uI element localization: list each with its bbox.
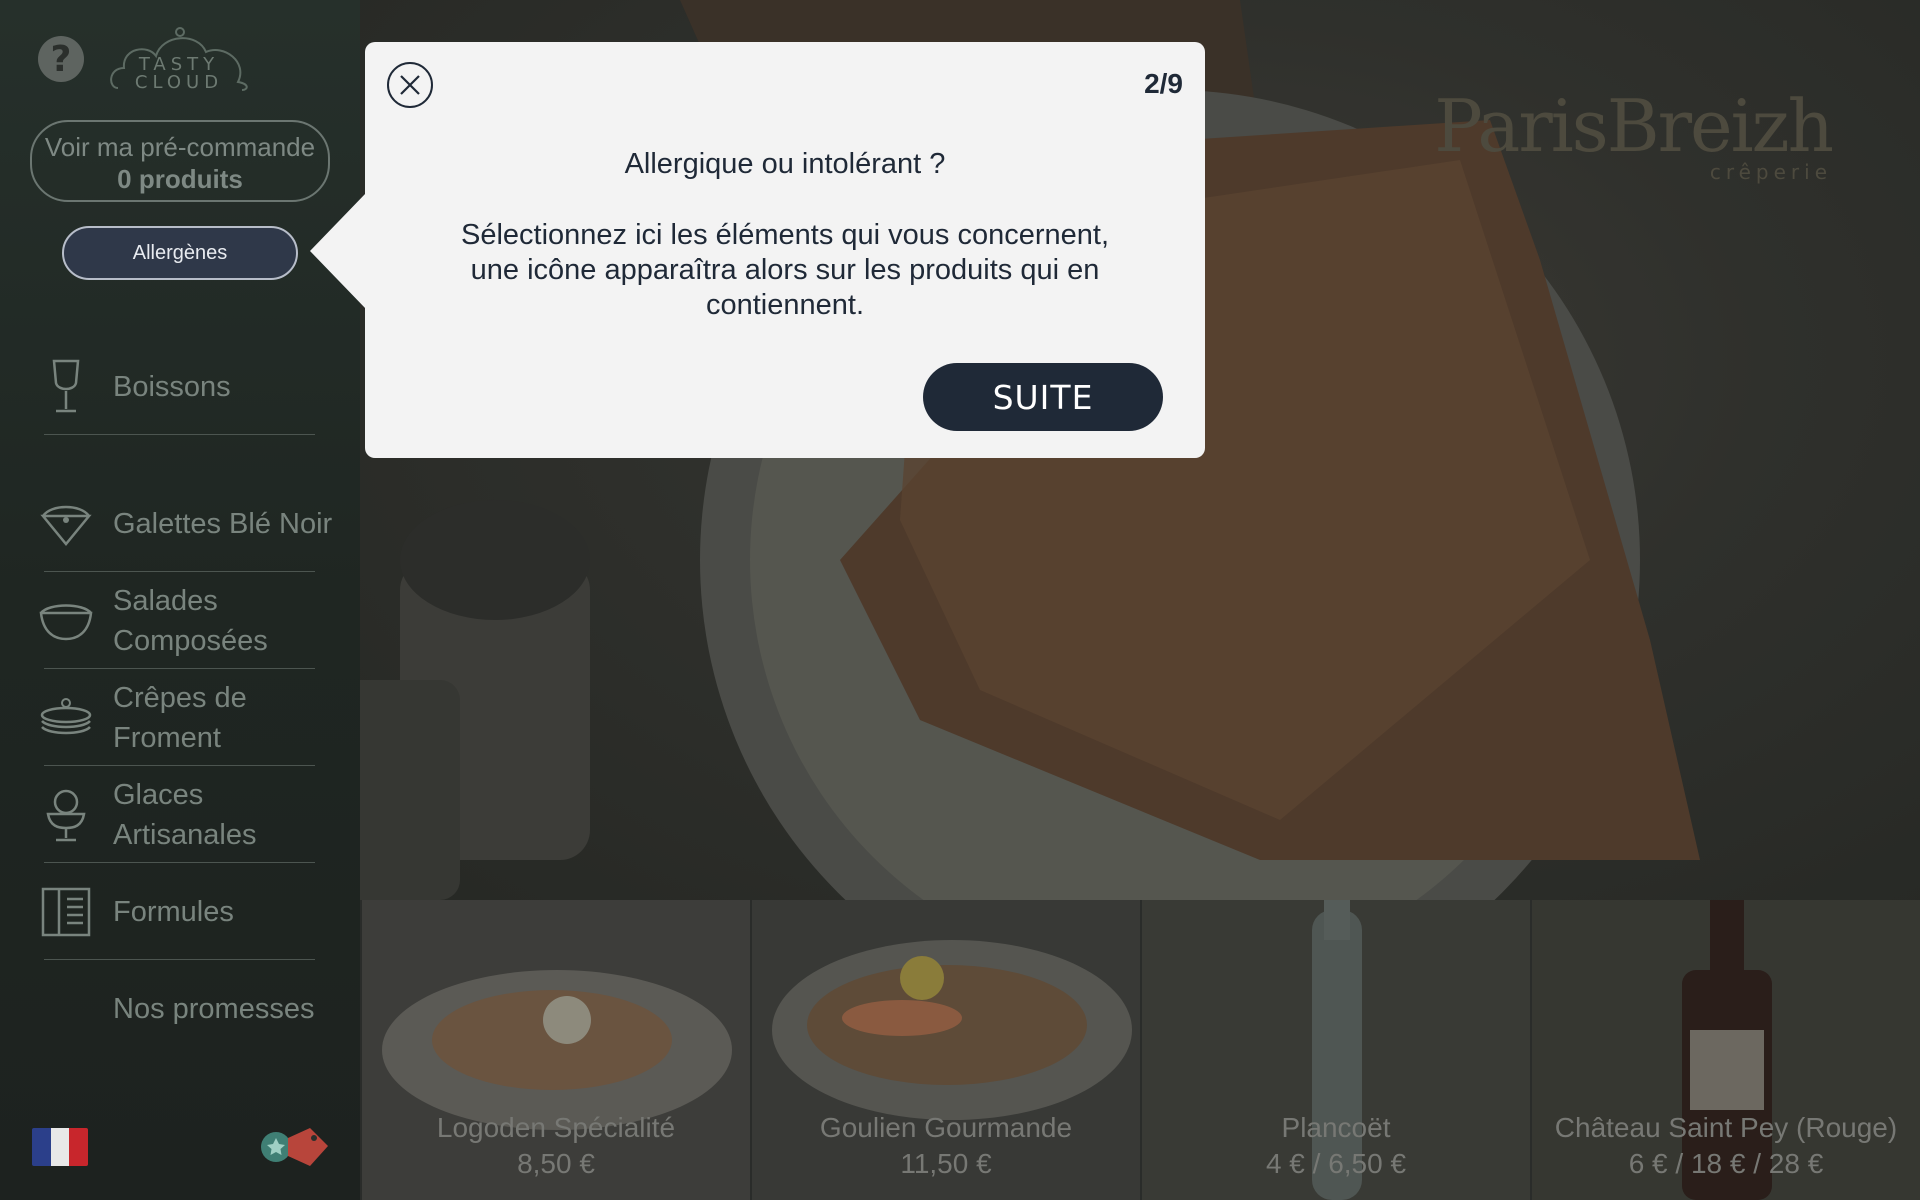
menu-item-boissons[interactable]: Boissons bbox=[0, 338, 360, 435]
menu-item-label: Salades Composées bbox=[113, 584, 268, 657]
next-button[interactable]: SUITE bbox=[923, 363, 1163, 431]
sidebar: ? TASTY CLOUD Voir ma pré-commande 0 pro… bbox=[0, 0, 360, 1200]
product-name: Goulien Gourmande bbox=[819, 1112, 1073, 1143]
preorder-count: 0 produits bbox=[117, 164, 243, 194]
menu-item-label: Crêpes de Froment bbox=[113, 681, 247, 754]
preorder-label: Voir ma pré-commande bbox=[44, 132, 316, 162]
product-name: Logoden Spécialité bbox=[436, 1112, 676, 1143]
step-counter: 2/9 bbox=[1144, 68, 1183, 99]
product-price: 6 € / 18 € / 28 € bbox=[1628, 1148, 1824, 1179]
menu-item-glaces[interactable]: Glaces Artisanales bbox=[0, 766, 360, 863]
dialog-title: Allergique ou intolérant ? bbox=[624, 148, 946, 180]
dialog-body: Sélectionnez ici les éléments qui vous c… bbox=[460, 219, 1110, 321]
product-name: Château Saint Pey (Rouge) bbox=[1554, 1112, 1898, 1143]
category-menu: Boissons Galettes Blé Noir Salades Compo… bbox=[0, 338, 360, 1057]
menu-item-label: Boissons bbox=[113, 370, 231, 403]
modal-pointer bbox=[310, 193, 366, 309]
menu-item-label: Glaces Artisanales bbox=[113, 778, 257, 851]
product-card[interactable]: Plancoët 4 € / 6,50 € bbox=[1140, 900, 1530, 1200]
crepe-stack-icon bbox=[38, 690, 94, 746]
menu-item-promesses[interactable]: Nos promesses bbox=[0, 960, 360, 1057]
menu-item-crepes[interactable]: Crêpes de Froment bbox=[0, 669, 360, 766]
product-price: 11,50 € bbox=[900, 1148, 992, 1179]
france-flag-icon[interactable] bbox=[32, 1128, 88, 1166]
loyalty-tags-icon[interactable] bbox=[258, 1122, 330, 1172]
view-preorder-button[interactable]: Voir ma pré-commande 0 produits bbox=[30, 120, 330, 202]
close-button[interactable] bbox=[387, 62, 433, 108]
allergen-tutorial-dialog: 2/9 Allergique ou intolérant ? Sélection… bbox=[365, 42, 1205, 458]
restaurant-brand: ParisBreizh crêperie bbox=[1434, 84, 1834, 184]
galette-icon bbox=[38, 496, 94, 552]
close-icon bbox=[400, 75, 420, 95]
tasty-cloud-logo: TASTY CLOUD bbox=[108, 26, 252, 96]
menu-item-label: Formules bbox=[113, 895, 234, 928]
menu-item-galettes[interactable]: Galettes Blé Noir bbox=[0, 475, 360, 572]
ice-cream-icon bbox=[38, 787, 94, 843]
allergens-button[interactable]: Allergènes bbox=[62, 226, 298, 280]
help-icon[interactable]: ? bbox=[38, 36, 84, 82]
brand-name: ParisBreizh bbox=[1434, 84, 1834, 168]
product-price: 8,50 € bbox=[517, 1148, 595, 1179]
salad-bowl-icon bbox=[38, 593, 94, 649]
menu-spacer bbox=[0, 435, 360, 475]
menu-item-label: Nos promesses bbox=[113, 992, 315, 1025]
product-card[interactable]: Goulien Gourmande 11,50 € bbox=[750, 900, 1140, 1200]
menu-item-salades[interactable]: Salades Composées bbox=[0, 572, 360, 669]
menu-item-formules[interactable]: Formules bbox=[0, 863, 360, 960]
product-price: 4 € / 6,50 € bbox=[1265, 1148, 1407, 1179]
product-name: Plancoët bbox=[1281, 1112, 1391, 1143]
product-card[interactable]: Logoden Spécialité 8,50 € bbox=[360, 900, 750, 1200]
product-strip: Logoden Spécialité 8,50 € Goulien Gourma… bbox=[360, 900, 1920, 1200]
wine-glass-icon bbox=[38, 359, 94, 415]
product-card[interactable]: Château Saint Pey (Rouge) 6 € / 18 € / 2… bbox=[1530, 900, 1920, 1200]
menu-item-label: Galettes Blé Noir bbox=[113, 507, 333, 540]
menu-book-icon bbox=[38, 884, 94, 940]
logo-line-2: CLOUD bbox=[134, 72, 224, 93]
